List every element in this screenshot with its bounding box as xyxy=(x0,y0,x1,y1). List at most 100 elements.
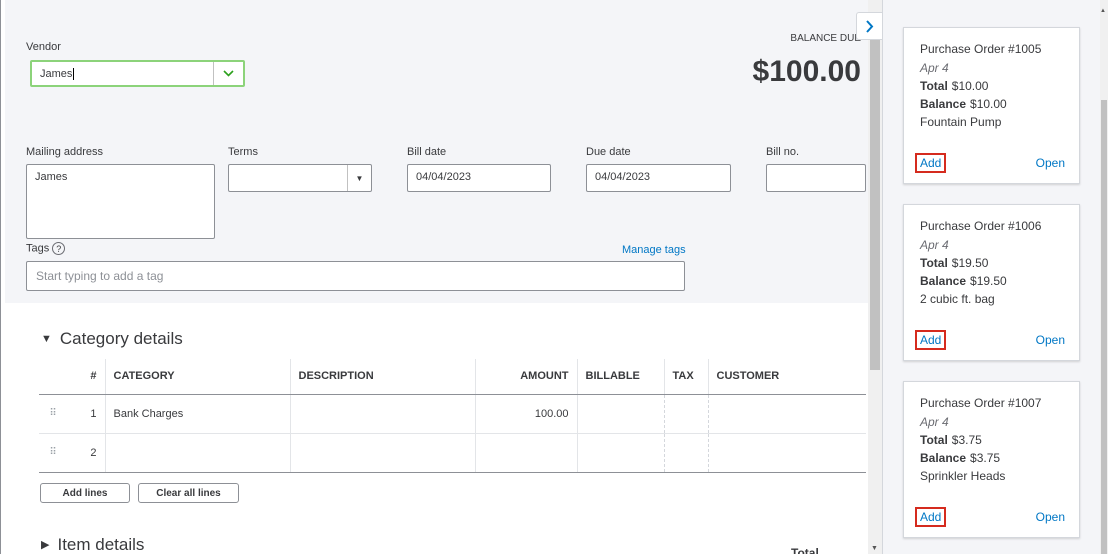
drawer-scrollbar-thumb[interactable] xyxy=(1101,100,1107,554)
bill-date-label: Bill date xyxy=(407,146,447,158)
vendor-label: Vendor xyxy=(26,41,61,53)
po-open-link[interactable]: Open xyxy=(1036,156,1065,170)
po-total-label: Total xyxy=(920,433,948,447)
row-billable[interactable] xyxy=(577,433,665,473)
item-details-heading[interactable]: ▶ Item details xyxy=(41,535,144,554)
po-balance-row: Balance $19.50 xyxy=(920,274,1063,288)
main-scrollbar-thumb[interactable] xyxy=(870,40,880,370)
drawer-scrollbar[interactable]: ▲ xyxy=(1100,0,1108,554)
po-description: Fountain Pump xyxy=(920,115,1002,129)
bill-header: Vendor James BALANCE DUE $100.00 Mailing… xyxy=(5,0,868,303)
help-circle-icon[interactable]: ? xyxy=(52,242,66,255)
row-customer[interactable] xyxy=(708,394,866,434)
po-total-row: Total $3.75 xyxy=(920,433,1063,447)
col-category: CATEGORY xyxy=(105,359,291,395)
purchase-order-card: Purchase Order #1005 Apr 4 Total $10.00 B… xyxy=(903,27,1080,184)
tags-input[interactable]: Start typing to add a tag xyxy=(26,261,685,291)
item-details-title: Item details xyxy=(57,535,145,554)
manage-tags-link[interactable]: Manage tags xyxy=(622,244,686,256)
text-cursor xyxy=(73,68,75,81)
add-lines-button[interactable]: Add lines xyxy=(40,483,130,503)
balance-due-amount: $100.00 xyxy=(752,55,861,88)
terms-select[interactable]: ▼ xyxy=(228,164,372,192)
row-description[interactable] xyxy=(290,433,476,473)
vendor-value: James xyxy=(40,68,73,80)
row-amount[interactable] xyxy=(475,433,578,473)
po-open-link[interactable]: Open xyxy=(1036,510,1065,524)
scroll-up-arrow-icon[interactable]: ▲ xyxy=(1100,8,1106,14)
po-description: 2 cubic ft. bag xyxy=(920,292,995,306)
po-add-link[interactable]: Add xyxy=(915,330,947,350)
balance-due-label: BALANCE DUE xyxy=(790,33,861,44)
po-total: $19.50 xyxy=(951,256,989,270)
due-date-field[interactable]: 04/04/2023 xyxy=(586,164,731,192)
col-amount: AMOUNT xyxy=(475,359,578,395)
purchase-order-drawer: ▲ Purchase Order #1005 Apr 4 Total $10.00… xyxy=(882,0,1108,554)
purchase-order-card: Purchase Order #1006 Apr 4 Total $19.50 B… xyxy=(903,204,1080,361)
col-tax: TAX xyxy=(664,359,709,395)
col-billable: BILLABLE xyxy=(577,359,665,395)
vendor-select[interactable]: James xyxy=(30,60,245,87)
total-label: Total xyxy=(791,546,819,554)
row-number: 1 xyxy=(67,394,106,434)
po-open-link[interactable]: Open xyxy=(1036,333,1065,347)
po-description: Sprinkler Heads xyxy=(920,469,1006,483)
tags-label-row: Tags? xyxy=(26,242,66,255)
category-table-header: # CATEGORY DESCRIPTION AMOUNT BILLABLE T… xyxy=(39,359,866,395)
po-total: $10.00 xyxy=(951,79,989,93)
row-tax[interactable] xyxy=(664,433,709,473)
col-customer: CUSTOMER xyxy=(708,359,866,395)
purchase-order-card: Purchase Order #1007 Apr 4 Total $3.75 Ba… xyxy=(903,381,1080,538)
row-tax[interactable] xyxy=(664,394,709,434)
po-total-label: Total xyxy=(920,256,948,270)
row-billable[interactable] xyxy=(577,394,665,434)
po-total-label: Total xyxy=(920,79,948,93)
po-title: Purchase Order #1006 xyxy=(920,219,1042,233)
po-balance: $3.75 xyxy=(970,451,1001,465)
bill-form-app: Vendor James BALANCE DUE $100.00 Mailing… xyxy=(0,0,1108,554)
table-row[interactable]: ⠿ 1 Bank Charges 100.00 xyxy=(39,394,866,434)
po-add-link[interactable]: Add xyxy=(915,153,947,173)
bill-date-value: 04/04/2023 xyxy=(416,171,472,183)
chevron-down-icon[interactable] xyxy=(213,62,243,85)
table-row[interactable]: ⠿ 2 xyxy=(39,433,866,473)
po-balance-row: Balance $10.00 xyxy=(920,97,1063,111)
po-balance: $19.50 xyxy=(970,274,1007,288)
chevron-right-icon[interactable] xyxy=(856,12,882,40)
po-balance-row: Balance $3.75 xyxy=(920,451,1063,465)
po-date: Apr 4 xyxy=(920,415,949,429)
row-category[interactable] xyxy=(105,433,291,473)
drag-handle-icon[interactable]: ⠿ xyxy=(39,394,67,434)
row-customer[interactable] xyxy=(708,433,866,473)
triangle-down-icon: ▼ xyxy=(41,333,52,345)
mailing-address-value: James xyxy=(35,171,68,183)
category-details-title: Category details xyxy=(59,329,183,348)
row-category[interactable]: Bank Charges xyxy=(105,394,291,434)
po-balance-label: Balance xyxy=(920,97,967,111)
row-amount[interactable]: 100.00 xyxy=(475,394,578,434)
po-add-link[interactable]: Add xyxy=(915,507,947,527)
mailing-address-field[interactable]: James xyxy=(26,164,215,239)
drag-handle-icon[interactable]: ⠿ xyxy=(39,433,67,473)
row-description[interactable] xyxy=(290,394,476,434)
category-details-heading[interactable]: ▼ Category details xyxy=(41,329,183,349)
bill-no-label: Bill no. xyxy=(766,146,800,158)
main-scrollbar[interactable]: ▼ xyxy=(868,0,882,554)
row-number: 2 xyxy=(67,433,106,473)
po-total-row: Total $19.50 xyxy=(920,256,1063,270)
category-table: # CATEGORY DESCRIPTION AMOUNT BILLABLE T… xyxy=(39,359,866,473)
po-total: $3.75 xyxy=(951,433,982,447)
due-date-label: Due date xyxy=(586,146,631,158)
bill-no-field[interactable] xyxy=(766,164,866,192)
clear-all-lines-button[interactable]: Clear all lines xyxy=(138,483,239,503)
po-date: Apr 4 xyxy=(920,238,949,252)
bill-date-field[interactable]: 04/04/2023 xyxy=(407,164,551,192)
po-title: Purchase Order #1005 xyxy=(920,42,1042,56)
due-date-value: 04/04/2023 xyxy=(595,171,651,183)
caret-down-icon[interactable]: ▼ xyxy=(347,165,371,191)
po-balance-label: Balance xyxy=(920,451,967,465)
po-date: Apr 4 xyxy=(920,61,949,75)
po-balance-label: Balance xyxy=(920,274,967,288)
col-number: # xyxy=(67,359,106,395)
scroll-down-arrow-icon[interactable]: ▼ xyxy=(871,545,878,552)
